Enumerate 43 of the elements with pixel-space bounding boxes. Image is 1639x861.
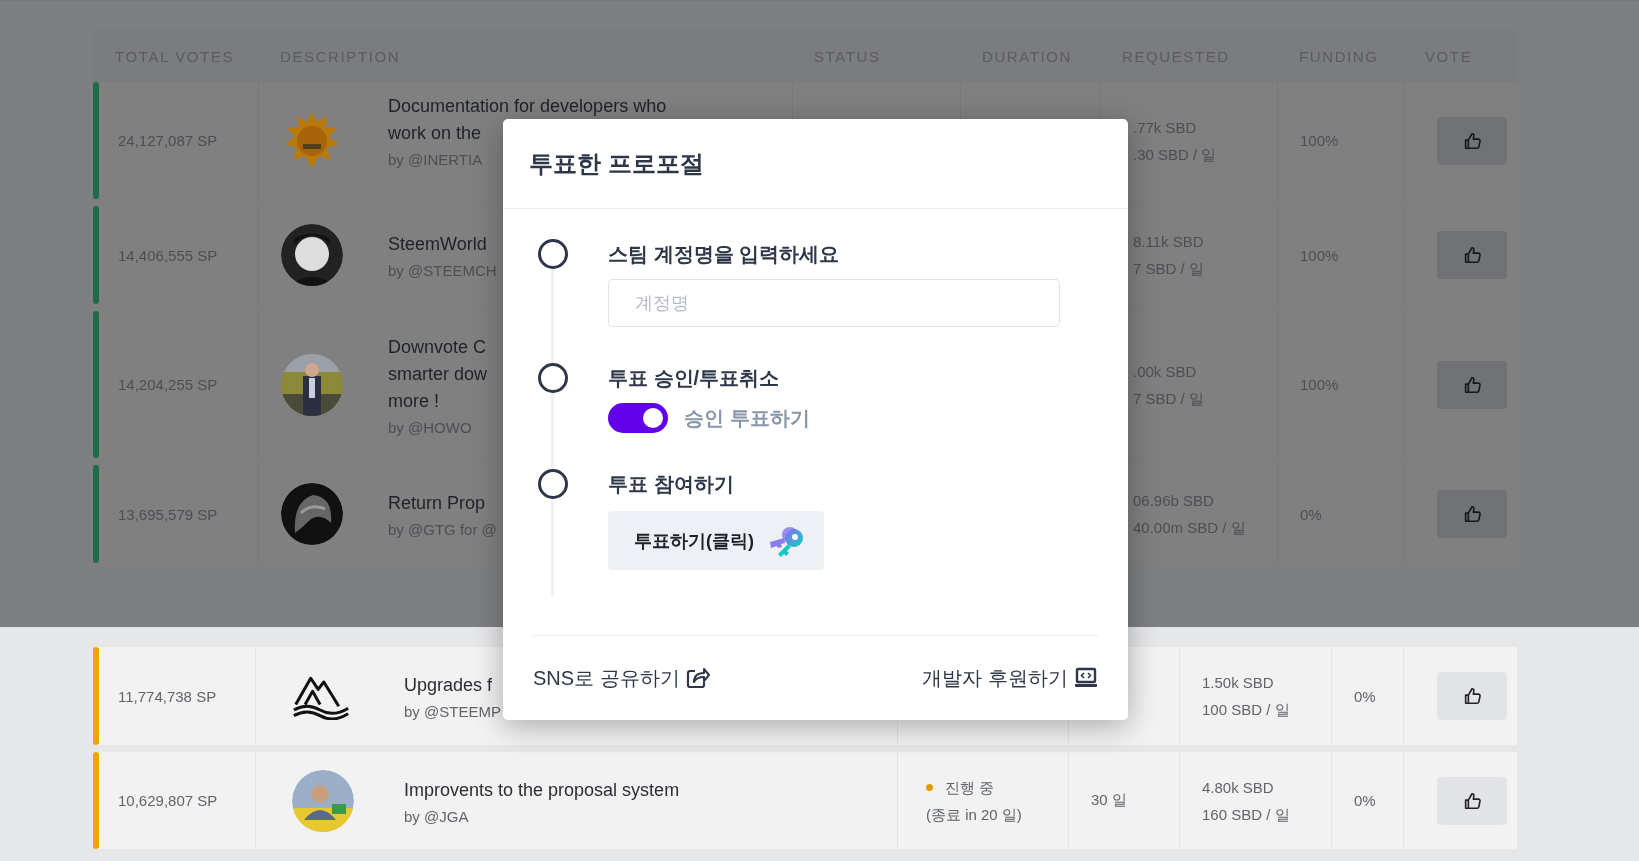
laptop-code-icon — [1074, 667, 1098, 689]
support-link[interactable]: 개발자 후원하기 — [922, 664, 1098, 692]
step-label: 투표 승인/투표취소 — [608, 366, 781, 391]
proposal-title[interactable]: work on the — [388, 120, 482, 147]
toggle-label: 승인 투표하기 — [684, 405, 810, 431]
requested-amount: 1.50k SBD — [1202, 673, 1274, 693]
proposal-title[interactable]: Documentation for developers who — [388, 93, 667, 120]
proposal-title[interactable]: Improvents to the proposal system — [404, 776, 680, 804]
vote-action-button[interactable]: 투표하기(클릭) — [608, 511, 824, 570]
share-icon — [685, 667, 710, 689]
proposal-author[interactable]: by @STEEMP — [404, 703, 501, 720]
vote-button[interactable] — [1436, 672, 1507, 720]
status-text: 진행 중 — [945, 777, 995, 798]
step-label: 투표 참여하기 — [608, 472, 735, 497]
proposal-title[interactable]: Return Prop — [388, 490, 486, 517]
requested-amount: 100 SBD / 일 — [1202, 700, 1290, 720]
duration: 30 일 — [1091, 791, 1128, 810]
status-detail: (종료 in 20 일) — [926, 804, 1022, 825]
vote-button[interactable] — [1436, 360, 1507, 409]
requested-amount: 160 SBD / 일 — [1202, 804, 1290, 825]
vote-button[interactable] — [1436, 776, 1507, 825]
total-votes: 10,629,807 SP — [118, 792, 219, 809]
proposal-title[interactable]: Upgrades f — [404, 672, 493, 699]
proposal-title[interactable]: smarter dow — [388, 360, 488, 388]
funding: 0% — [1354, 687, 1377, 705]
funding: 0% — [1354, 792, 1377, 809]
account-input[interactable]: 계정명 — [608, 279, 1060, 327]
modal-title: 투표한 프로포절 — [529, 148, 704, 179]
proposal-title[interactable]: Downvote C — [388, 333, 487, 361]
vote-button[interactable] — [1436, 231, 1507, 279]
step-circle — [538, 469, 568, 499]
vote-button[interactable] — [1436, 490, 1507, 538]
step-circle — [538, 363, 568, 393]
step-label: 스팀 계정명을 입력하세요 — [608, 242, 841, 267]
step-circle — [538, 239, 568, 269]
proposal-author[interactable]: by @JGA — [404, 807, 469, 825]
proposal-title[interactable]: more ! — [388, 387, 439, 415]
share-link[interactable]: SNS로 공유하기 — [533, 664, 710, 692]
proposal-title[interactable]: SteemWorld — [388, 231, 487, 258]
requested-amount: 4.80k SBD — [1202, 777, 1274, 798]
toggle-switch[interactable] — [608, 403, 668, 433]
vote-button[interactable] — [1436, 116, 1507, 165]
total-votes: 11,774,738 SP — [118, 687, 218, 705]
